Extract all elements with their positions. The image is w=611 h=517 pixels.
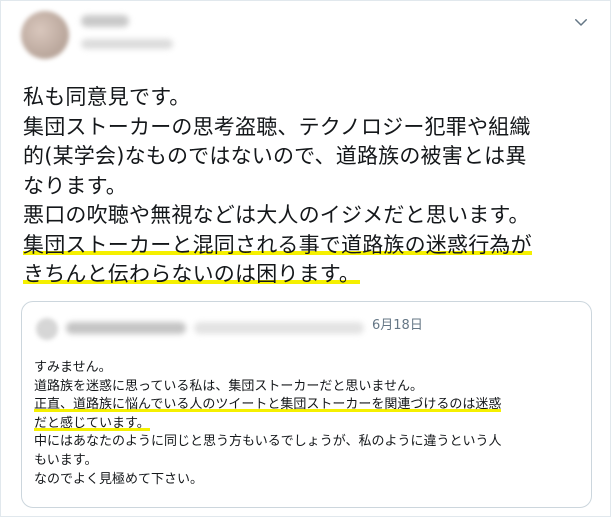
tweet-line: 私も同意見です。	[23, 83, 598, 113]
quoted-line-text: なのでよく見極めて下さい。	[34, 471, 204, 487]
quoted-line: すみません。	[34, 359, 584, 378]
highlighted-text: だと感じています。	[34, 415, 150, 431]
quoted-author-handle-redacted	[194, 322, 364, 334]
highlighted-text: 正直、道路族に悩んでいる人のツイートと集団ストーカーを関連づけるのは迷惑	[34, 397, 502, 413]
tweet-card: 私も同意見です。 集団ストーカーの思考盗聴、テクノロジー犯罪や組織 的(某学会)…	[0, 0, 611, 517]
quoted-line-highlighted: だと感じています。	[34, 415, 584, 434]
quoted-line-highlighted: 正直、道路族に悩んでいる人のツイートと集団ストーカーを関連づけるのは迷惑	[34, 396, 584, 415]
quoted-line-text: 中にはあなたのように同じと思う方もいるでしょうが、私のように違うという人	[34, 434, 502, 450]
quoted-tweet[interactable]: 6月18日 すみません。 道路族を迷惑に思っている私は、集団ストーカーだと思いま…	[21, 301, 592, 508]
tweet-line-text: 悪口の吹聴や無視などは大人のイジメだと思います。	[23, 203, 530, 227]
quoted-line-text: 道路族を迷惑に思っている私は、集団ストーカーだと思いません。	[34, 378, 423, 394]
quoted-tweet-text: すみません。 道路族を迷惑に思っている私は、集団ストーカーだと思いません。 正直…	[34, 359, 584, 489]
chevron-down-icon[interactable]	[572, 13, 590, 31]
quoted-tweet-date: 6月18日	[372, 318, 423, 333]
tweet-line: 的(某学会)なものではないので、道路族の被害とは異	[23, 142, 598, 172]
tweet-line: 悪口の吹聴や無視などは大人のイジメだと思います。	[23, 201, 598, 231]
quoted-line: なのでよく見極めて下さい。	[34, 471, 584, 490]
tweet-line-text: 的(某学会)なものではないので、道路族の被害とは異	[23, 144, 527, 168]
tweet-line-text: 私も同意見です。	[23, 85, 191, 109]
tweet-text: 私も同意見です。 集団ストーカーの思考盗聴、テクノロジー犯罪や組織 的(某学会)…	[23, 83, 598, 290]
highlighted-text: 集団ストーカーと混同される事で道路族の迷惑行為が	[23, 232, 532, 257]
tweet-line-highlighted: きちんと伝わらないのは困ります。	[23, 260, 598, 290]
quoted-line-text: もいます。	[34, 452, 98, 468]
quoted-line: 道路族を迷惑に思っている私は、集団ストーカーだと思いません。	[34, 378, 584, 397]
author-handle-redacted[interactable]	[81, 39, 173, 49]
tweet-line-text: なります。	[23, 173, 127, 198]
quoted-avatar	[36, 318, 58, 340]
highlighted-text: きちんと伝わらないのは困ります。	[23, 262, 361, 286]
tweet-line-text: 集団ストーカーの思考盗聴、テクノロジー犯罪や組織	[23, 114, 531, 139]
tweet-line-highlighted: 集団ストーカーと混同される事で道路族の迷惑行為が	[23, 231, 598, 261]
tweet-line: 集団ストーカーの思考盗聴、テクノロジー犯罪や組織	[23, 113, 598, 143]
tweet-line: なります。	[23, 172, 598, 202]
author-name-redacted[interactable]	[81, 15, 129, 27]
quoted-line: もいます。	[34, 452, 584, 471]
avatar[interactable]	[21, 11, 69, 59]
quoted-line: 中にはあなたのように同じと思う方もいるでしょうが、私のように違うという人	[34, 433, 584, 452]
quoted-line-text: すみません。	[34, 360, 112, 375]
quoted-author-name-redacted	[66, 322, 186, 334]
